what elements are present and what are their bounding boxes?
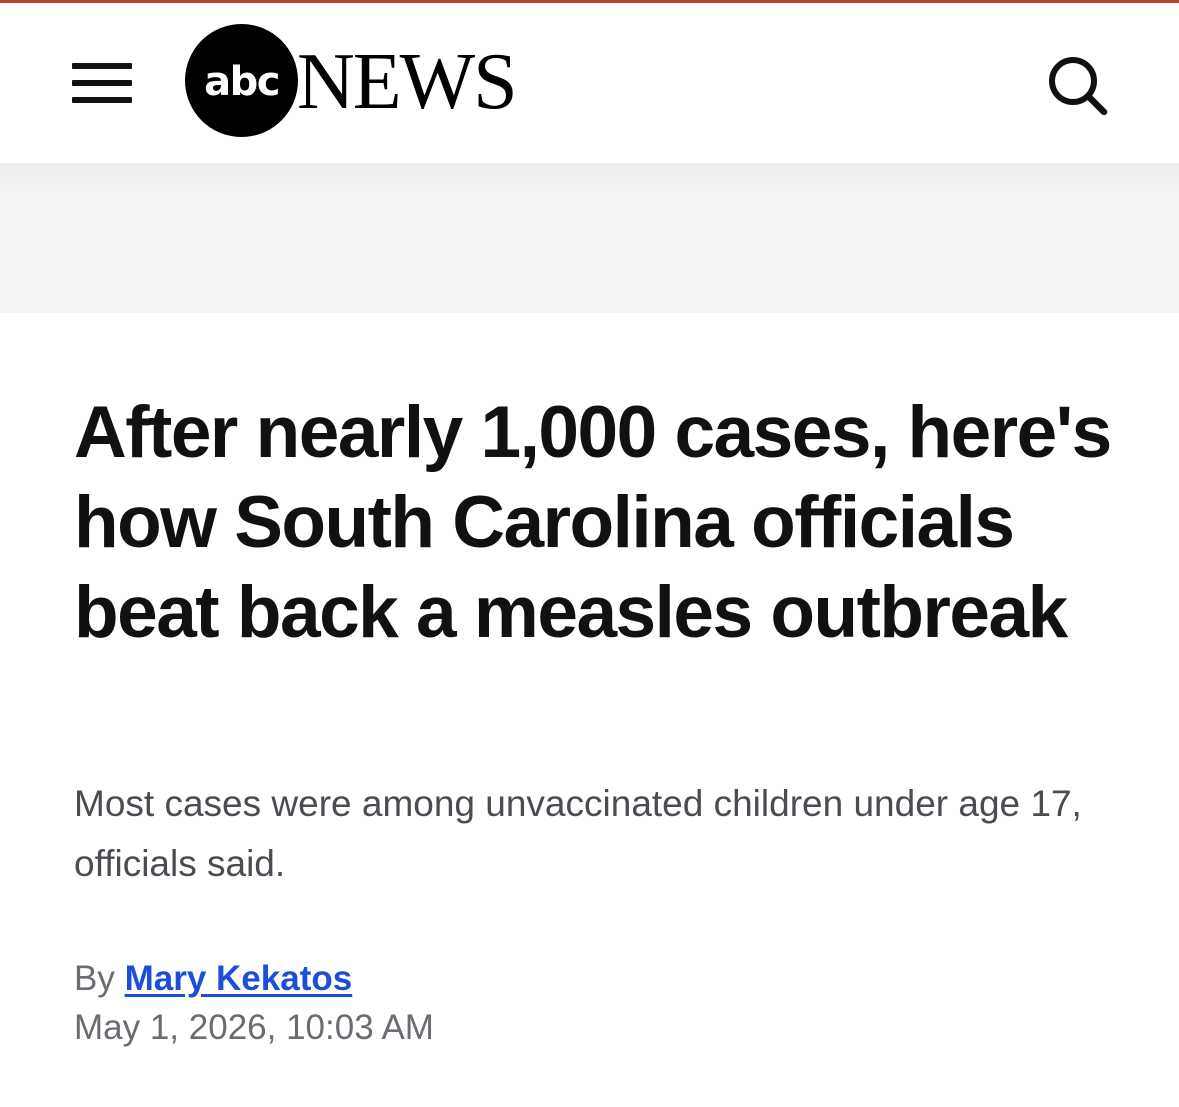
- menu-button[interactable]: [70, 55, 134, 109]
- author-link[interactable]: Mary Kekatos: [125, 959, 353, 998]
- abc-news-logo[interactable]: abc NEWS: [185, 24, 525, 137]
- article-headline: After nearly 1,000 cases, here's how Sou…: [74, 392, 1112, 653]
- publish-date: May 1, 2026, 10:03 AM: [74, 1008, 434, 1047]
- ad-placeholder: [0, 163, 1179, 313]
- byline: By Mary Kekatos: [74, 957, 352, 1001]
- news-wordmark: NEWS: [297, 38, 518, 126]
- abc-logo-letters: abc: [204, 59, 280, 105]
- abc-logo-mark: abc: [185, 24, 298, 137]
- abc-logo-text: abc: [204, 59, 279, 105]
- article-subhead: Most cases were among unvaccinated child…: [74, 783, 1082, 884]
- site-header: abc NEWS: [0, 3, 1179, 163]
- byline-prefix: By: [74, 959, 115, 998]
- search-button[interactable]: [1044, 55, 1110, 116]
- search-icon: [1049, 57, 1108, 116]
